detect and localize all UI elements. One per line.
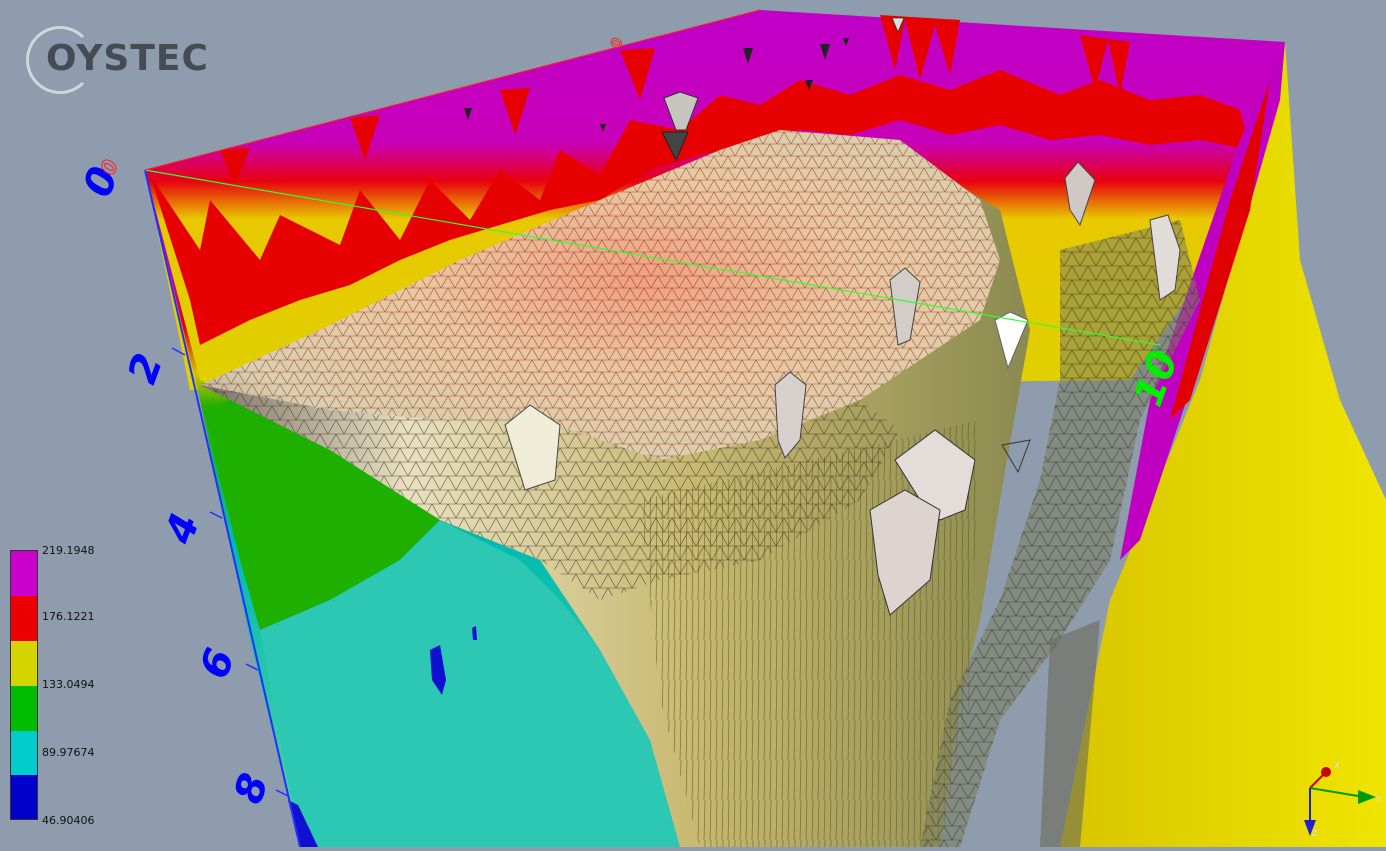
triad-x-label: X — [1334, 761, 1340, 770]
legend-label: 46.90406 — [42, 814, 95, 827]
logo-text: OYSTEC — [46, 38, 209, 79]
triad-y-axis — [1309, 787, 1359, 797]
legend-label: 176.1221 — [42, 610, 95, 623]
triad-x-axis — [1309, 773, 1325, 789]
legend-swatch — [11, 641, 37, 686]
triad-y-label: Y — [1375, 795, 1381, 804]
depth-tick-label: 8 — [225, 768, 278, 810]
triad-z-label: Z — [1312, 829, 1318, 838]
3d-viewport[interactable]: 0 2 4 6 8 10 0 0 OYSTEC 219.1948 176.122… — [0, 0, 1386, 848]
legend-swatch — [11, 775, 37, 819]
depth-tick-label: 2 — [119, 348, 172, 390]
legend-color-bar — [10, 550, 38, 820]
legend-swatch — [11, 731, 37, 775]
color-legend: 219.1948 176.1221 133.0494 89.97674 46.9… — [10, 544, 120, 827]
depth-tick-label: 6 — [191, 643, 244, 685]
legend-swatch — [11, 551, 37, 596]
oystec-logo: OYSTEC — [22, 22, 222, 102]
legend-label: 133.0494 — [42, 678, 95, 691]
red-tick-label: 0 — [609, 37, 626, 50]
axis-triad: X Y Z — [1296, 756, 1386, 847]
legend-label: 219.1948 — [42, 544, 95, 557]
legend-swatch — [11, 596, 37, 641]
legend-label: 89.97674 — [42, 746, 95, 759]
scene-svg: 0 2 4 6 8 10 0 0 — [75, 9, 1386, 848]
legend-swatch — [11, 686, 37, 731]
depth-tick-label: 4 — [156, 508, 209, 551]
